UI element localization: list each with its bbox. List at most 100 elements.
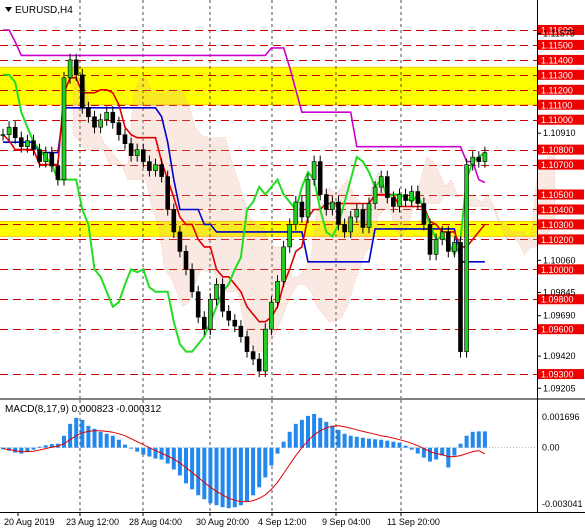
macd-bar <box>153 447 158 459</box>
price-tag: 1.11500 <box>538 39 584 50</box>
price-tag-label: 1.11500 <box>541 40 573 50</box>
bullish-candle <box>311 161 317 180</box>
price-tag-label: 1.09300 <box>541 370 574 380</box>
macd-bar <box>184 447 188 484</box>
bearish-candle <box>183 251 189 270</box>
bullish-candle <box>67 59 73 79</box>
bullish-candle <box>269 301 274 330</box>
macd-bar <box>43 445 48 448</box>
bearish-candle <box>31 140 36 150</box>
bearish-candle <box>202 316 207 330</box>
macd-bar <box>37 446 42 448</box>
bullish-candle <box>366 203 372 228</box>
macd-pane[interactable]: MACD(8,17,9) 0.000823 -0.000312 <box>0 400 537 512</box>
bullish-candle <box>348 216 354 233</box>
price-label: 1.10910 <box>543 128 576 138</box>
price-tag: 1.11200 <box>538 84 584 95</box>
bearish-candle <box>49 152 55 167</box>
price-tag-label: 1.10400 <box>541 205 574 215</box>
macd-bar <box>251 447 256 496</box>
bullish-candle <box>262 328 268 372</box>
bearish-candle <box>177 231 183 252</box>
bullish-candle <box>409 191 415 201</box>
bearish-candle <box>403 194 408 201</box>
bearish-candle <box>73 59 79 76</box>
price-tag-label: 1.11100 <box>541 100 572 110</box>
price-tag: 1.10800 <box>538 144 584 155</box>
macd-bar <box>367 438 371 448</box>
bearish-candle <box>317 161 323 195</box>
price-tag: 1.10200 <box>538 234 584 245</box>
bearish-candle <box>220 283 225 312</box>
time-label: 11 Sep 20:00 <box>387 517 440 527</box>
price-tag: 1.11000 <box>538 114 584 125</box>
bearish-candle <box>226 310 231 321</box>
price-tag: 1.10500 <box>538 189 584 200</box>
macd-bar <box>336 429 341 448</box>
macd-bar <box>470 431 475 448</box>
macd-bar <box>190 447 195 490</box>
macd-bar <box>135 447 140 452</box>
time-label: 23 Aug 12:00 <box>66 517 119 527</box>
macd-bar <box>330 425 335 448</box>
bearish-candle <box>141 149 146 162</box>
bearish-candle <box>384 176 390 198</box>
macd-bar <box>281 441 286 448</box>
bullish-candle <box>43 152 49 162</box>
macd-bar <box>98 431 103 448</box>
macd-bar <box>110 435 115 448</box>
time-label: 9 Sep 04:00 <box>322 517 371 527</box>
macd-bar <box>196 447 201 496</box>
bullish-candle <box>153 164 158 171</box>
main-price-chart[interactable]: EURUSD,H4 <box>0 0 556 398</box>
macd-bar <box>415 447 420 454</box>
macd-bar <box>275 447 280 454</box>
macd-bar <box>464 435 469 448</box>
bullish-candle <box>98 119 103 128</box>
bearish-candle <box>476 156 482 162</box>
bullish-candle <box>433 239 439 255</box>
macd-bar <box>293 423 298 448</box>
macd-axis-label: 0.001696 <box>542 412 580 422</box>
bearish-candle <box>189 269 195 293</box>
bullish-candle <box>330 201 335 210</box>
macd-bar <box>86 425 91 448</box>
bullish-candle <box>378 176 384 188</box>
symbol-header[interactable]: EURUSD,H4 <box>5 5 73 16</box>
bearish-candle <box>116 122 122 135</box>
bearish-candle <box>159 164 164 177</box>
bearish-candle <box>323 194 329 210</box>
macd-bar <box>409 447 414 450</box>
bullish-candle <box>134 149 140 156</box>
macd-bar <box>232 447 237 508</box>
price-tag: 1.09300 <box>538 369 584 380</box>
macd-bar <box>19 447 24 454</box>
bearish-candle <box>458 242 463 352</box>
macd-bar <box>403 445 408 448</box>
bullish-candle <box>6 126 12 135</box>
macd-bar <box>446 447 451 468</box>
macd-axis-label: 0.00 <box>542 443 560 453</box>
macd-bar <box>62 435 66 448</box>
bullish-candle <box>214 283 219 300</box>
bullish-candle <box>281 246 286 282</box>
bearish-candle <box>445 231 451 252</box>
macd-bar <box>74 417 79 448</box>
macd-bar <box>391 441 396 448</box>
price-tag: 1.09600 <box>538 324 584 335</box>
macd-bar <box>116 439 121 448</box>
macd-bar <box>208 447 213 504</box>
price-tag-label: 1.10700 <box>541 160 574 170</box>
price-tag: 1.11300 <box>538 69 584 80</box>
macd-bar <box>68 423 73 448</box>
bearish-candle <box>238 325 244 337</box>
macd-bar <box>324 421 329 448</box>
macd-bar <box>452 447 457 456</box>
macd-bar <box>482 431 487 448</box>
bearish-candle <box>122 134 128 144</box>
price-label: 1.09690 <box>543 311 576 321</box>
macd-bar <box>360 437 365 448</box>
macd-bar <box>177 447 182 476</box>
bearish-candle <box>360 209 366 228</box>
macd-bar <box>385 440 390 448</box>
